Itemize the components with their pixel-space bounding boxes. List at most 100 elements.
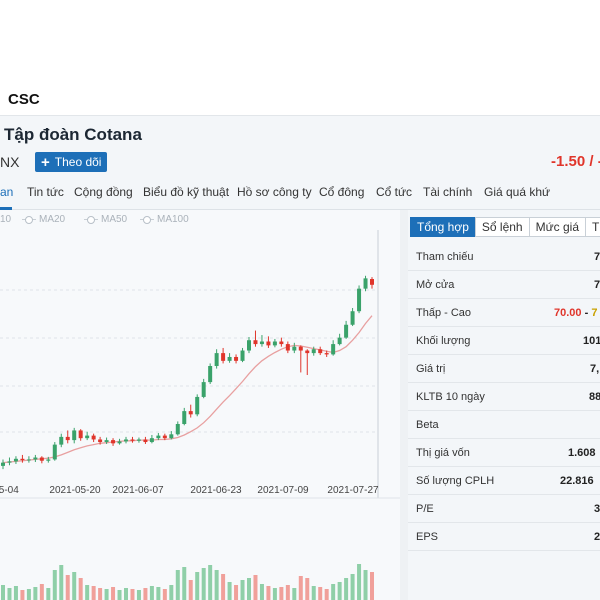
volume-bar: [52, 570, 57, 600]
volume-bar: [208, 565, 213, 600]
tab-financials[interactable]: Tài chính: [423, 185, 472, 199]
candle-body: [46, 459, 51, 461]
volume-bar: [188, 580, 193, 600]
candle-body: [156, 435, 161, 439]
ma-legend-ma20[interactable]: MA20: [22, 214, 65, 225]
candle-body: [370, 279, 374, 285]
candle-body: [26, 459, 31, 461]
candle-body: [111, 440, 116, 444]
volume-bar: [85, 585, 90, 600]
volume-bar: [59, 565, 64, 600]
row-pe: P/E 3: [408, 495, 600, 523]
candle-body: [318, 349, 323, 354]
exchange-label: NX: [0, 154, 20, 170]
volume-bar: [46, 588, 51, 600]
candle-body: [331, 344, 336, 355]
volume-bar: [331, 584, 336, 600]
toggle-circle-icon: [84, 215, 98, 224]
panel-tabs: Tổng hợp Sổ lệnh Mức giá Thốn: [410, 217, 600, 237]
volume-bar: [91, 586, 96, 600]
volume-bar: [324, 589, 329, 600]
panel-tab-summary[interactable]: Tổng hợp: [410, 217, 476, 237]
candle-body: [65, 436, 70, 441]
candle-body: [39, 457, 44, 461]
volume-bar: [279, 587, 284, 600]
candle-body: [169, 434, 174, 439]
candle-body: [311, 349, 316, 354]
ticker-bar: CSC: [0, 82, 600, 116]
summary-panel: Tổng hợp Sổ lệnh Mức giá Thốn Tham chiếu…: [408, 210, 600, 600]
row-reference: Tham chiếu 7: [408, 243, 600, 271]
candle-body: [357, 288, 362, 312]
volume-bar: [162, 589, 167, 600]
volume-bar: [305, 578, 310, 600]
candle-body: [1, 462, 5, 466]
volume-bar: [227, 582, 232, 600]
volume-bar: [357, 564, 362, 600]
volume-bar: [195, 572, 200, 600]
row-avg-volume-10d: KLTB 10 ngày 88: [408, 383, 600, 411]
x-tick-label: 2021-07-09: [257, 485, 309, 496]
volume-bar: [234, 585, 239, 600]
tab-company-profile[interactable]: Hồ sơ công ty: [237, 185, 312, 199]
candle-body: [350, 311, 355, 325]
volume-bar: [156, 587, 161, 600]
tab-community[interactable]: Cộng đồng: [74, 185, 133, 199]
panel-divider: [400, 210, 408, 600]
volume-bar: [253, 575, 258, 600]
volume-bar: [26, 589, 31, 600]
follow-button[interactable]: + Theo dõi: [35, 152, 108, 172]
price-change: -1.50 / -: [551, 153, 600, 170]
candle-body: [98, 439, 103, 443]
candle-body: [85, 435, 90, 439]
candle-body: [143, 439, 148, 443]
tab-shareholders[interactable]: Cổ đông: [319, 185, 364, 199]
toggle-circle-icon: [22, 215, 36, 224]
volume-bar: [7, 588, 12, 600]
tab-dividends[interactable]: Cổ tức: [376, 185, 412, 199]
tab-price-history[interactable]: Giá quá khứ: [484, 185, 550, 199]
volume-bar: [259, 584, 264, 600]
volume-bar: [266, 586, 271, 600]
ma-legend-ma100[interactable]: MA100: [140, 214, 189, 225]
candle-body: [13, 458, 18, 462]
volume-bar: [318, 587, 323, 600]
ma-legend-ma10[interactable]: 10: [0, 214, 11, 225]
volume-bar: [311, 586, 316, 600]
candle-body: [195, 396, 200, 415]
volume-bar: [247, 578, 251, 600]
ma-legend-ma50[interactable]: MA50: [84, 214, 127, 225]
candle-body: [72, 430, 77, 441]
candle-body: [240, 350, 245, 361]
tab-overview[interactable]: an: [0, 185, 13, 199]
candle-body: [344, 324, 349, 338]
tab-news[interactable]: Tin tức: [27, 185, 64, 199]
candle-body: [298, 346, 303, 351]
candle-body: [117, 441, 122, 444]
candle-body: [285, 344, 290, 351]
volume-bar: [292, 588, 297, 600]
panel-tab-stats[interactable]: Thốn: [585, 217, 600, 237]
x-tick-label: 2021-05-20: [49, 485, 101, 496]
candle-body: [221, 353, 226, 361]
candle-body: [33, 457, 38, 460]
candle-body: [324, 353, 329, 355]
candle-body: [292, 346, 297, 351]
candle-body: [214, 353, 219, 366]
price-chart: 05-04 2021-05-20 2021-06-07 2021-06-23 2021-…: [0, 230, 400, 600]
candle-body: [247, 340, 251, 351]
candle-body: [175, 424, 180, 435]
volume-bar: [130, 589, 135, 600]
panel-tab-price-levels[interactable]: Mức giá: [528, 217, 586, 237]
ticker-symbol: CSC: [8, 91, 40, 108]
volume-bar: [20, 590, 25, 600]
tab-technical-chart[interactable]: Biểu đồ kỹ thuật: [143, 185, 229, 199]
candle-body: [78, 430, 83, 439]
panel-tab-orderbook[interactable]: Sổ lệnh: [474, 217, 530, 237]
candle-body: [337, 337, 342, 345]
main-tabs: an Tin tức Cộng đồng Biểu đồ kỹ thuật Hồ…: [0, 180, 600, 210]
top-blank-area: [0, 0, 600, 82]
row-beta: Beta: [408, 411, 600, 439]
row-volume: Khối lượng 101: [408, 327, 600, 355]
volume-bar: [363, 570, 368, 600]
